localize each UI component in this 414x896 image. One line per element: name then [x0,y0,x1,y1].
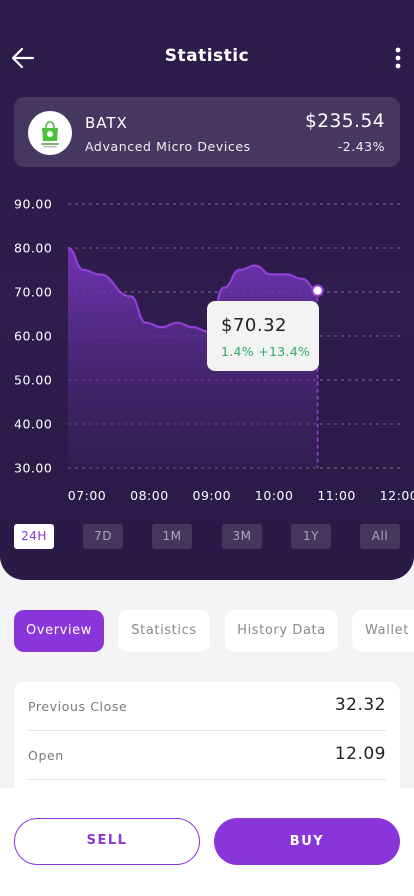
highlight-point[interactable] [311,284,324,297]
overview-label: Open [28,748,64,763]
section-tabs: Overview Statistics History Data Wallet [0,610,414,652]
overview-value: 32.32 [334,695,386,715]
stock-ticker: BATX [85,114,128,132]
stock-change: -2.43% [337,139,385,154]
y-tick-label: 50.00 [14,373,52,388]
tab-statistics[interactable]: Statistics [118,610,210,652]
x-tick-label: 08:00 [130,488,169,503]
price-tooltip: $70.32 1.4% +13.4% [207,301,319,371]
overview-label: Previous Close [28,699,128,714]
shopping-bag-logo-icon [28,111,72,155]
overview-row: Open 12.09 [28,731,386,780]
tab-history-data[interactable]: History Data [225,610,338,652]
buy-button[interactable]: BUY [214,818,400,865]
x-tick-label: 09:00 [193,488,232,503]
y-tick-label: 80.00 [14,241,52,256]
page-title: Statistic [164,46,250,66]
range-7d[interactable]: 7D [83,524,123,549]
range-selector: 24H 7D 1M 3M 1Y All [0,524,414,550]
y-tick-label: 40.00 [14,417,52,432]
tooltip-change: 1.4% +13.4% [221,344,311,359]
range-3m[interactable]: 3M [222,524,262,549]
y-tick-label: 60.00 [14,329,52,344]
overview-value: 12.09 [334,744,386,764]
company-name: Advanced Micro Devices [85,139,251,154]
overview-row: Previous Close 32.32 [28,682,386,731]
header-panel: Statistic BATX Advanced Micro Devices $2… [0,0,414,580]
x-tick-label: 12:00 [380,488,414,503]
range-all[interactable]: All [360,524,400,549]
stock-summary-card[interactable]: BATX Advanced Micro Devices $235.54 -2.4… [14,97,400,167]
tooltip-value: $70.32 [221,315,287,336]
more-menu-button[interactable] [390,44,406,72]
more-vertical-icon [395,47,401,69]
sell-button[interactable]: SELL [14,818,200,865]
y-tick-label: 90.00 [14,197,52,212]
y-tick-label: 30.00 [14,461,52,476]
x-tick-label: 10:00 [255,488,294,503]
x-tick-label: 11:00 [317,488,356,503]
y-tick-label: 70.00 [14,285,52,300]
trade-bar: SELL BUY [0,788,414,896]
tab-overview[interactable]: Overview [14,610,104,652]
range-1y[interactable]: 1Y [291,524,331,549]
stock-price: $235.54 [304,111,385,132]
range-24h[interactable]: 24H [14,524,54,549]
x-tick-label: 07:00 [68,488,107,503]
range-1m[interactable]: 1M [152,524,192,549]
tab-wallet[interactable]: Wallet [352,610,414,652]
top-bar: Statistic [0,36,414,80]
